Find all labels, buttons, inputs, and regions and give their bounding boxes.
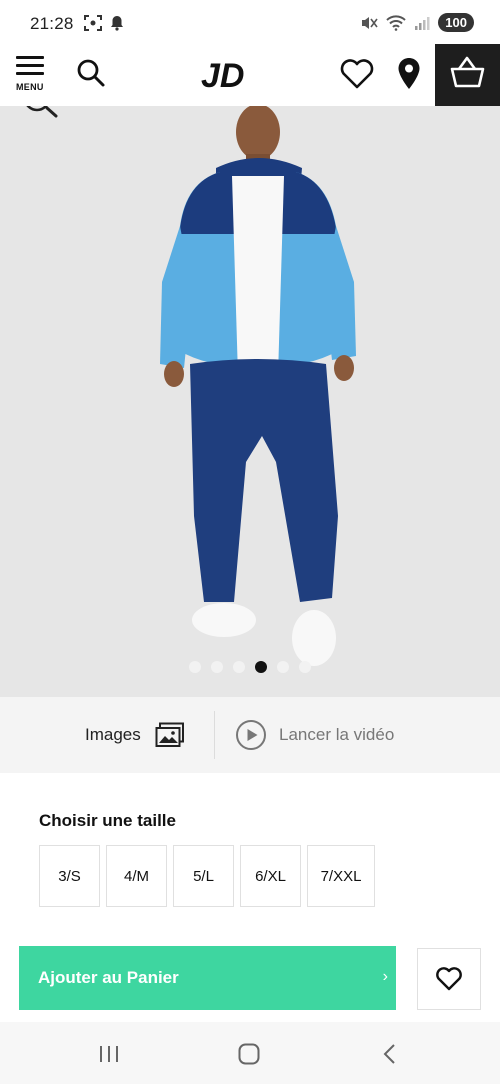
gallery-icon bbox=[155, 722, 184, 747]
play-video-button[interactable]: Lancer la vidéo bbox=[235, 718, 394, 752]
home-button[interactable] bbox=[231, 1040, 267, 1068]
carousel-dot[interactable] bbox=[233, 661, 245, 673]
add-to-cart-button[interactable]: Ajouter au Panier › bbox=[19, 946, 396, 1010]
chevron-right-icon: › bbox=[382, 968, 388, 985]
heart-icon bbox=[436, 967, 462, 991]
size-option[interactable]: 3/S bbox=[39, 845, 100, 907]
battery-indicator: 100 bbox=[438, 13, 474, 32]
size-option[interactable]: 5/L bbox=[173, 845, 234, 907]
media-divider bbox=[214, 711, 215, 759]
basket-icon bbox=[450, 56, 485, 88]
search-button[interactable] bbox=[76, 58, 108, 90]
search-icon bbox=[77, 59, 105, 87]
store-locator-button[interactable] bbox=[396, 56, 422, 92]
menu-icon-bar bbox=[16, 56, 44, 59]
screenshot-icon bbox=[84, 15, 102, 31]
play-icon bbox=[236, 720, 266, 750]
product-model-illustration bbox=[160, 106, 356, 666]
images-label: Images bbox=[85, 725, 141, 744]
wishlist-button[interactable] bbox=[339, 58, 375, 92]
carousel-dot[interactable] bbox=[299, 661, 311, 673]
add-to-wishlist-button[interactable] bbox=[417, 948, 481, 1010]
menu-button[interactable]: MENU bbox=[16, 56, 48, 96]
recent-apps-icon bbox=[100, 1046, 118, 1062]
zoom-icon[interactable] bbox=[22, 106, 62, 120]
status-bar: 21:28 100 bbox=[0, 0, 500, 44]
signal-icon bbox=[415, 16, 430, 30]
menu-icon-bar bbox=[16, 64, 44, 67]
jd-logo-mark: JD bbox=[201, 57, 244, 95]
basket-button[interactable] bbox=[435, 44, 500, 106]
back-button[interactable] bbox=[372, 1040, 408, 1068]
mute-icon bbox=[362, 16, 378, 29]
image-carousel-dots bbox=[0, 661, 500, 673]
size-option[interactable]: 6/XL bbox=[240, 845, 301, 907]
home-icon bbox=[238, 1043, 260, 1065]
heart-icon bbox=[340, 59, 374, 89]
carousel-dot[interactable] bbox=[211, 661, 223, 673]
location-pin-icon bbox=[398, 58, 420, 89]
status-right-icons: 100 bbox=[360, 13, 474, 32]
add-to-cart-label: Ajouter au Panier bbox=[38, 968, 179, 987]
back-icon bbox=[383, 1044, 395, 1064]
jd-logo[interactable]: JD bbox=[199, 54, 251, 95]
video-label: Lancer la vidéo bbox=[279, 725, 395, 744]
notification-bell-icon bbox=[111, 16, 123, 31]
status-time: 21:28 bbox=[30, 14, 74, 33]
menu-icon-bar bbox=[16, 72, 44, 75]
status-left-icons bbox=[84, 15, 124, 31]
site-header: MENU JD bbox=[0, 44, 500, 106]
carousel-dot[interactable] bbox=[255, 661, 267, 673]
product-image[interactable] bbox=[0, 106, 500, 697]
media-bar: Images Lancer la vidéo bbox=[0, 697, 500, 773]
menu-label: MENU bbox=[16, 82, 44, 92]
carousel-dot[interactable] bbox=[189, 661, 201, 673]
size-title: Choisir une taille bbox=[39, 811, 176, 830]
images-button[interactable]: Images bbox=[85, 719, 185, 751]
recent-apps-button[interactable] bbox=[91, 1040, 127, 1068]
size-option[interactable]: 7/XXL bbox=[307, 845, 375, 907]
size-options: 3/S 4/M 5/L 6/XL 7/XXL bbox=[39, 845, 375, 907]
svg-text:JD: JD bbox=[201, 57, 244, 94]
carousel-dot[interactable] bbox=[277, 661, 289, 673]
size-option[interactable]: 4/M bbox=[106, 845, 167, 907]
wifi-icon bbox=[386, 14, 406, 31]
system-nav-bar bbox=[0, 1022, 500, 1084]
